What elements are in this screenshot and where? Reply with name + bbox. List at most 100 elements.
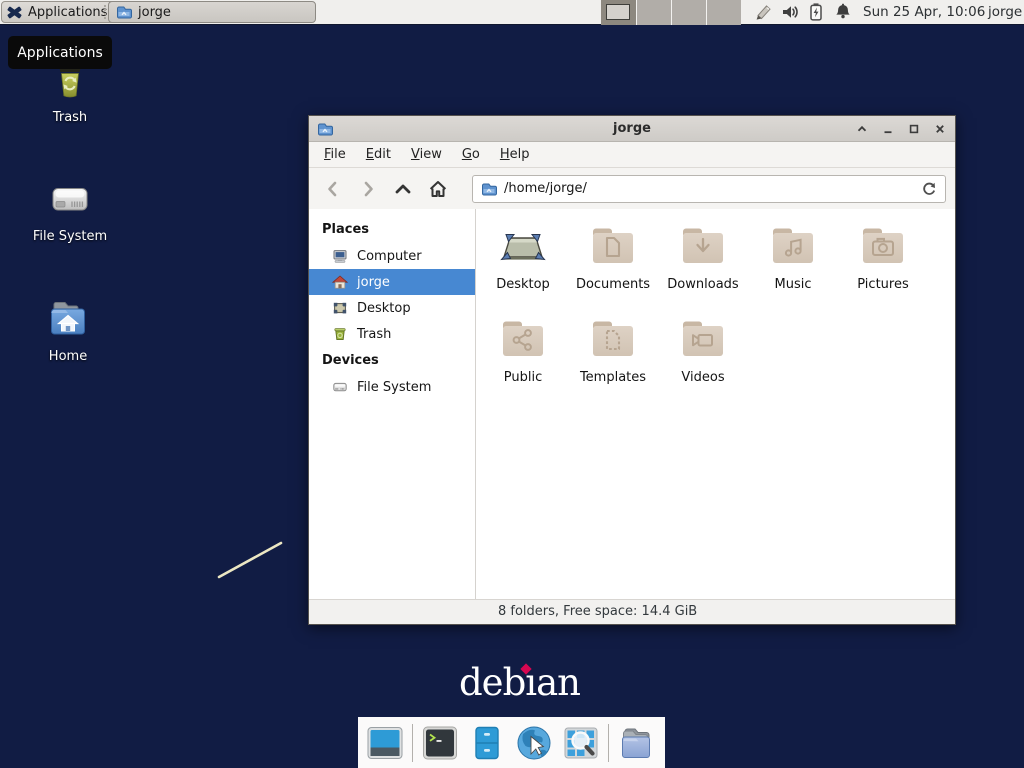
file-list: Desktop Documents Downloads Music Pictur… (476, 209, 955, 599)
menu-view[interactable]: View (410, 145, 443, 164)
maximize-button[interactable] (907, 122, 921, 136)
tooltip-text: Applications (17, 45, 103, 61)
desktop-icon (332, 300, 348, 316)
sidebar-item-trash[interactable]: Trash (309, 321, 475, 347)
location-bar[interactable]: /home/jorge/ (472, 175, 946, 203)
menu-go[interactable]: Go (461, 145, 481, 164)
web-browser-icon[interactable] (514, 723, 554, 763)
folder-videos-icon (679, 318, 727, 362)
home-folder-icon (44, 296, 92, 344)
applications-menu-button[interactable]: Applications (1, 1, 117, 23)
sidebar-item-file-system[interactable]: File System (309, 374, 475, 400)
file-item-music[interactable]: Music (748, 225, 838, 292)
notification-bell-tray-icon[interactable] (833, 2, 853, 22)
folder-templates-icon (589, 318, 637, 362)
desktop-icon-home[interactable]: Home (8, 296, 128, 364)
sidebar-item-label: jorge (357, 275, 390, 290)
debian-desktop: { "panel": { "applications": { "label": … (0, 0, 1024, 768)
panel-separator-handle[interactable] (104, 5, 106, 20)
terminal-icon[interactable] (420, 723, 460, 763)
file-item-label: Pictures (857, 277, 908, 292)
window-titlebar[interactable]: jorge (309, 116, 955, 142)
minimize-button[interactable] (881, 122, 895, 136)
sidebar-item-desktop[interactable]: Desktop (309, 295, 475, 321)
folder-icon[interactable] (616, 723, 656, 763)
computer-icon (332, 248, 348, 264)
debian-logo: debıan (459, 662, 580, 704)
folder-documents-icon (589, 225, 637, 269)
workspace-4[interactable] (706, 0, 741, 25)
chevron-right-icon (358, 179, 378, 199)
applications-icon (6, 4, 23, 21)
dock-separator (412, 724, 413, 762)
sidebar-item-jorge[interactable]: jorge (309, 269, 475, 295)
workspace-1[interactable] (601, 0, 636, 25)
reload-icon[interactable] (921, 181, 937, 197)
debian-logo-text: an (536, 661, 580, 704)
menubar: File Edit View Go Help (309, 142, 955, 168)
desktop-icon-file-system[interactable]: File System (10, 176, 130, 244)
menu-file[interactable]: File (323, 145, 347, 164)
statusbar-text: 8 folders, Free space: 14.4 GiB (498, 600, 697, 624)
file-item-pictures[interactable]: Pictures (838, 225, 928, 292)
desktop-icon-label: Trash (53, 110, 87, 125)
workspace-window-miniature (606, 4, 630, 20)
taskbar-window-button[interactable]: jorge (108, 1, 316, 23)
file-item-desktop[interactable]: Desktop (478, 225, 568, 292)
top-panel: Applications jorge Sun 25 Apr, 10:06 jor… (0, 0, 1024, 25)
back-button[interactable] (318, 175, 348, 203)
folder-pictures-icon (859, 225, 907, 269)
file-item-label: Music (775, 277, 812, 292)
taskbar-window-label: jorge (138, 5, 171, 20)
folder-music-icon (769, 225, 817, 269)
location-path[interactable]: /home/jorge/ (504, 181, 587, 196)
applications-menu-label: Applications (28, 5, 107, 20)
up-button[interactable] (388, 175, 418, 203)
hard-drive-icon (46, 176, 94, 224)
toolbar: /home/jorge/ (309, 168, 955, 209)
app-finder-icon[interactable] (561, 723, 601, 763)
workspace-switcher[interactable] (601, 0, 741, 25)
folder-icon (481, 181, 497, 197)
sidebar-header-places: Places (309, 216, 475, 243)
sidebar: Places Computer jorge (309, 209, 476, 599)
home-button[interactable] (423, 175, 453, 203)
battery-tray-icon[interactable] (806, 2, 826, 22)
shade-button[interactable] (855, 122, 869, 136)
chevron-left-icon (323, 179, 343, 199)
panel-username[interactable]: jorge (988, 0, 1022, 25)
file-item-label: Public (504, 370, 542, 385)
stylus-tray-icon[interactable] (754, 2, 774, 22)
file-item-downloads[interactable]: Downloads (658, 225, 748, 292)
desk-icon (499, 225, 547, 269)
close-button[interactable] (933, 122, 947, 136)
workspace-2[interactable] (636, 0, 671, 25)
statusbar: 8 folders, Free space: 14.4 GiB (309, 599, 955, 624)
home-icon (428, 179, 448, 199)
desktop-icon-label: File System (33, 229, 107, 244)
show-desktop-icon[interactable] (365, 723, 405, 763)
desktop-icon-label: Home (49, 349, 87, 364)
window-content: Places Computer jorge (309, 209, 955, 599)
dock-separator (608, 724, 609, 762)
file-item-videos[interactable]: Videos (658, 318, 748, 385)
volume-tray-icon[interactable] (780, 2, 800, 22)
file-item-public[interactable]: Public (478, 318, 568, 385)
sidebar-item-label: File System (357, 380, 431, 395)
home-icon (332, 274, 348, 290)
folder-downloads-icon (679, 225, 727, 269)
forward-button[interactable] (353, 175, 383, 203)
file-item-documents[interactable]: Documents (568, 225, 658, 292)
file-cabinet-icon[interactable] (467, 723, 507, 763)
folder-public-icon (499, 318, 547, 362)
folder-icon (116, 4, 132, 20)
file-item-templates[interactable]: Templates (568, 318, 658, 385)
menu-edit[interactable]: Edit (365, 145, 392, 164)
sidebar-header-devices: Devices (309, 347, 475, 374)
workspace-3[interactable] (671, 0, 706, 25)
file-item-label: Templates (580, 370, 646, 385)
sidebar-item-computer[interactable]: Computer (309, 243, 475, 269)
panel-clock[interactable]: Sun 25 Apr, 10:06 (863, 0, 985, 25)
trash-icon (332, 326, 348, 342)
menu-help[interactable]: Help (499, 145, 531, 164)
